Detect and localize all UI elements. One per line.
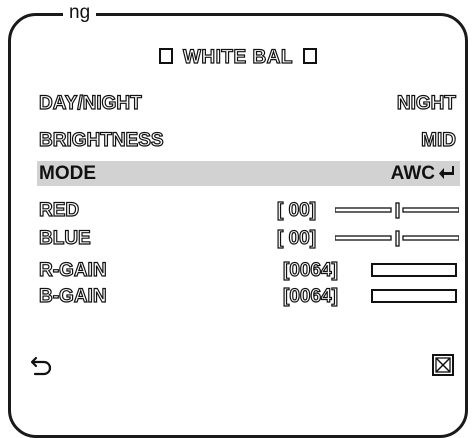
exit-box-icon[interactable]	[432, 354, 454, 376]
menu-label-r-gain: R-GAIN	[38, 259, 107, 281]
menu-title-text: WHITE BAL	[182, 46, 294, 68]
square-icon	[158, 48, 173, 64]
menu-row-brightness[interactable]: BRIGHTNESS MID	[37, 128, 460, 153]
menu-label-mode: MODE	[39, 163, 96, 184]
menu-value-r-gain: [0064]	[282, 259, 338, 281]
blue-slider-thumb[interactable]	[395, 230, 400, 247]
blue-slider[interactable]	[335, 226, 459, 251]
menu-row-r-gain[interactable]: R-GAIN [0064]	[37, 258, 460, 283]
enter-icon	[438, 163, 456, 179]
menu-label-red: RED	[38, 199, 80, 221]
menu-value-mode: AWC	[391, 161, 456, 186]
red-slider[interactable]	[335, 198, 459, 223]
menu-row-mode[interactable]: MODE AWC	[37, 161, 460, 186]
menu-title: WHITE BAL	[0, 46, 476, 69]
menu-row-red[interactable]: RED [ 00]	[37, 198, 460, 223]
back-arrow-icon[interactable]	[30, 353, 54, 377]
square-icon	[303, 48, 318, 64]
menu-value-mode-text: AWC	[390, 163, 435, 184]
menu-row-b-gain[interactable]: B-GAIN [0064]	[37, 284, 460, 309]
menu-label-day-night: DAY/NIGHT	[38, 92, 142, 114]
red-slider-thumb[interactable]	[395, 202, 400, 219]
osd-screen: ng WHITE BAL DAY/NIGHT NIGHT BRIGHTNESS …	[0, 0, 476, 438]
menu-value-day-night: NIGHT	[396, 92, 456, 114]
menu-value-red: [ 00]	[276, 199, 317, 221]
top-caption: ng	[63, 2, 97, 24]
menu-label-b-gain: B-GAIN	[38, 285, 107, 307]
r-gain-bar[interactable]	[371, 263, 457, 277]
menu-label-blue: BLUE	[38, 227, 91, 249]
menu-value-blue: [ 00]	[276, 227, 317, 249]
menu-row-blue[interactable]: BLUE [ 00]	[37, 226, 460, 251]
menu-value-brightness: MID	[421, 129, 457, 151]
menu-row-day-night[interactable]: DAY/NIGHT NIGHT	[37, 91, 460, 116]
b-gain-bar[interactable]	[371, 289, 457, 303]
menu-value-b-gain: [0064]	[282, 285, 338, 307]
menu-label-brightness: BRIGHTNESS	[38, 129, 164, 151]
